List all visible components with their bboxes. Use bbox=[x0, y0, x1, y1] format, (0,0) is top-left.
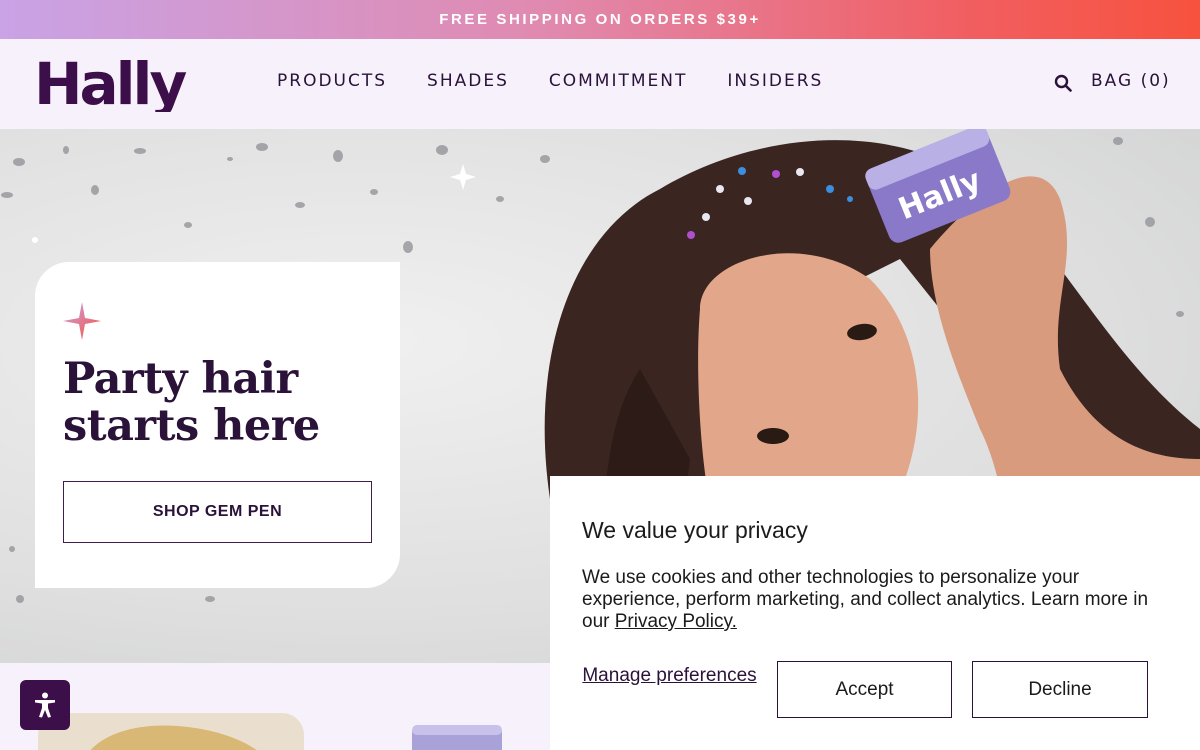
product-thumbnail-jar[interactable] bbox=[412, 725, 502, 750]
nav-products[interactable]: PRODUCTS bbox=[277, 71, 387, 91]
accessibility-icon bbox=[35, 692, 55, 718]
sparkle-icon bbox=[63, 302, 101, 340]
promo-bar: FREE SHIPPING ON ORDERS $39+ bbox=[0, 0, 1200, 39]
search-icon[interactable] bbox=[1054, 74, 1072, 92]
decline-button[interactable]: Decline bbox=[972, 661, 1148, 718]
svg-text:Hally: Hally bbox=[34, 56, 186, 112]
cookie-title: We value your privacy bbox=[582, 517, 808, 543]
shop-gem-pen-button[interactable]: SHOP GEM PEN bbox=[63, 481, 372, 543]
accessibility-button[interactable] bbox=[20, 680, 70, 730]
bag-button[interactable]: BAG (0) bbox=[1091, 71, 1171, 91]
product-thumbnail[interactable] bbox=[38, 713, 304, 750]
promo-text: FREE SHIPPING ON ORDERS $39+ bbox=[439, 11, 761, 28]
manage-preferences-link[interactable]: Manage preferences bbox=[582, 665, 757, 687]
logo[interactable]: Hally bbox=[34, 56, 210, 112]
cookie-banner: We value your privacy We use cookies and… bbox=[550, 476, 1200, 750]
hero-headline: Party hair starts here bbox=[63, 354, 320, 451]
nav-insiders[interactable]: INSIDERS bbox=[727, 71, 823, 91]
nav-shades[interactable]: SHADES bbox=[427, 71, 509, 91]
accept-button[interactable]: Accept bbox=[777, 661, 952, 718]
main-nav: PRODUCTS SHADES COMMITMENT INSIDERS bbox=[277, 71, 863, 91]
privacy-policy-link[interactable]: Privacy Policy. bbox=[615, 611, 737, 632]
cookie-body: We use cookies and other technologies to… bbox=[582, 567, 1172, 633]
nav-commitment[interactable]: COMMITMENT bbox=[549, 71, 688, 91]
